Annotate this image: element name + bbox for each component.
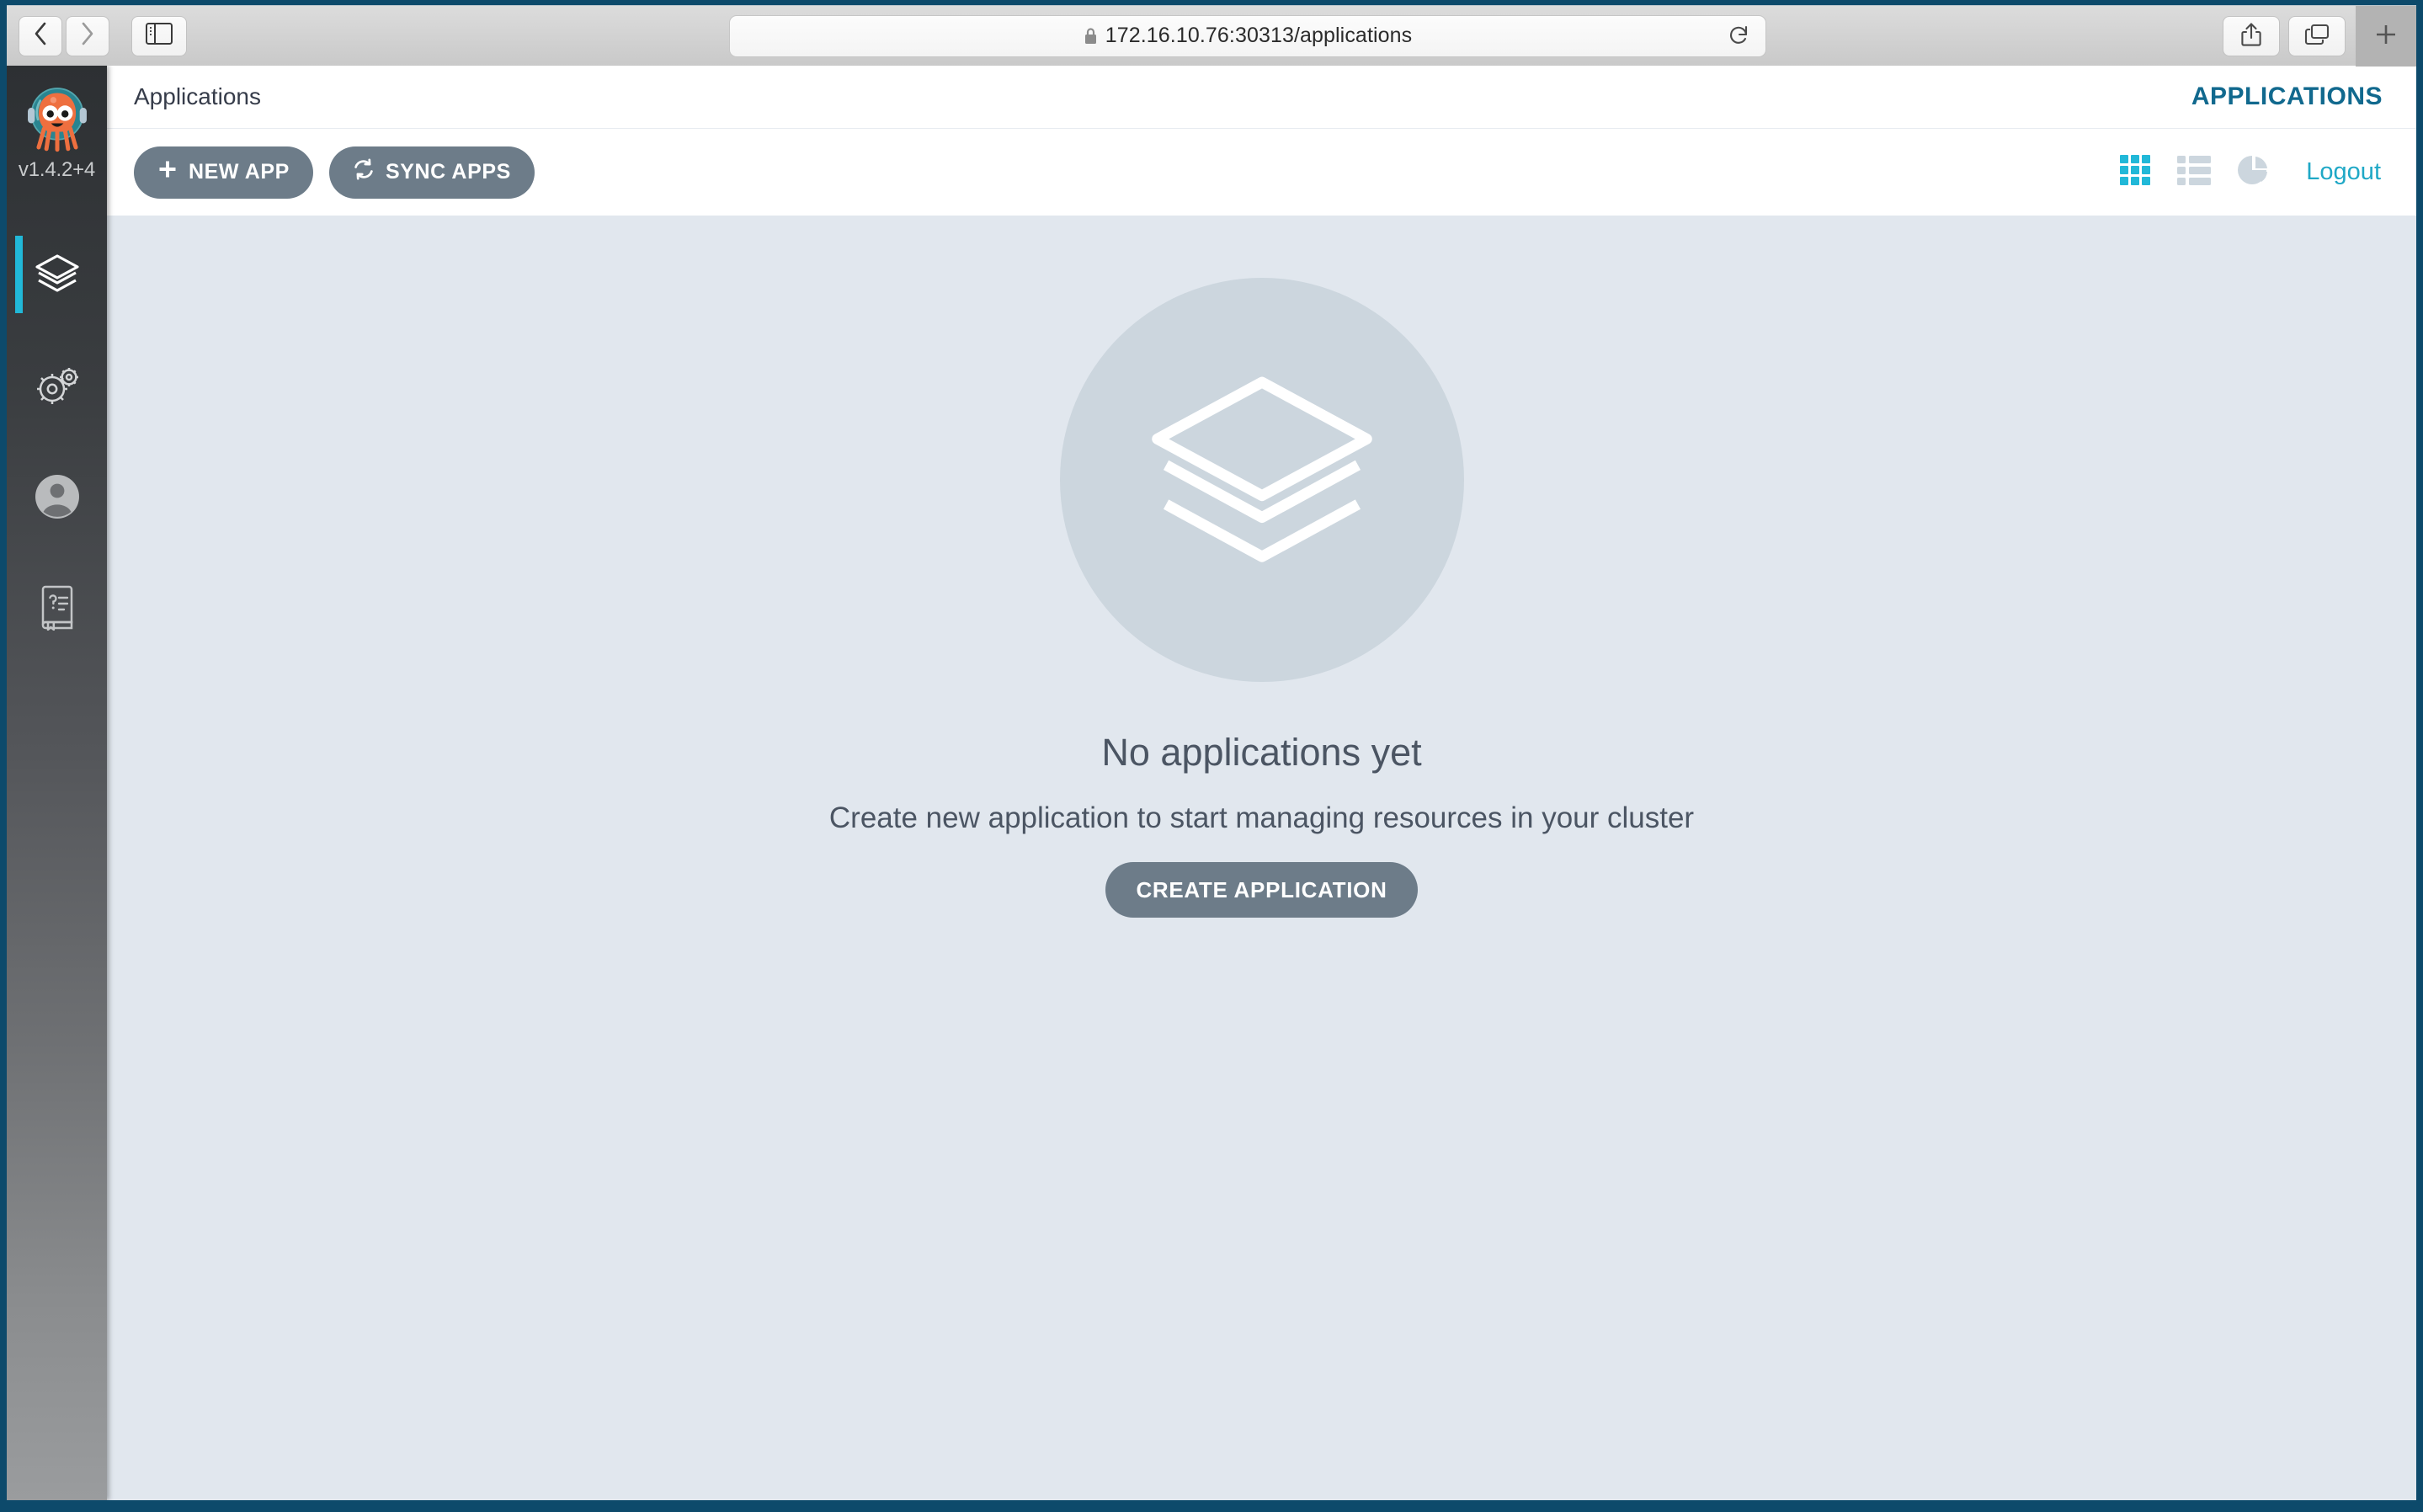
address-bar[interactable]: 172.16.10.76:30313/applications	[729, 14, 1766, 57]
reload-button[interactable]	[1728, 24, 1750, 48]
sidebar-toggle-button[interactable]	[131, 15, 187, 56]
version-label: v1.4.2+4	[18, 158, 96, 181]
user-circle-icon	[35, 474, 80, 519]
list-rows-icon	[2176, 154, 2212, 190]
share-icon	[2240, 22, 2262, 51]
summary-view-button[interactable]	[2237, 153, 2271, 191]
main-column: Applications APPLICATIONS NEW APP SYNC A…	[107, 66, 2416, 1500]
sync-apps-button[interactable]: SYNC APPS	[328, 146, 535, 199]
content-area: No applications yet Create new applicati…	[107, 216, 2416, 1500]
navigation-buttons	[19, 15, 109, 56]
sync-apps-label: SYNC APPS	[385, 160, 511, 184]
chevron-left-icon	[32, 20, 49, 51]
lock-icon	[1084, 27, 1098, 45]
page-toolbar: NEW APP SYNC APPS Logout	[107, 128, 2416, 216]
sync-refresh-icon	[353, 158, 375, 186]
chevron-right-icon	[79, 20, 96, 51]
sidebar-panel-icon	[146, 23, 173, 49]
empty-state-subtitle: Create new application to start managing…	[828, 801, 1695, 834]
new-app-button[interactable]: NEW APP	[134, 146, 313, 199]
empty-state: No applications yet Create new applicati…	[829, 278, 1694, 1500]
tabs-overview-button[interactable]	[2288, 16, 2346, 56]
book-help-icon	[37, 585, 77, 631]
page-header: Applications APPLICATIONS	[107, 66, 2416, 128]
argo-octopus-logo	[19, 79, 96, 157]
grid-tiles-icon	[2119, 154, 2151, 190]
toolbar-actions: NEW APP SYNC APPS	[134, 146, 535, 199]
tabs-overview-icon	[2304, 23, 2330, 51]
sidebar-item-applications[interactable]	[7, 219, 107, 330]
gears-icon	[33, 362, 82, 409]
app-body: v1.4.2+4 Applications APPLICATIONS NEW A…	[7, 66, 2416, 1500]
browser-window: 172.16.10.76:30313/applications v1.4.2+4…	[0, 0, 2423, 1512]
back-button[interactable]	[19, 15, 62, 56]
tiles-view-button[interactable]	[2119, 154, 2151, 190]
sidebar-item-user-info[interactable]	[7, 441, 107, 552]
layers-icon	[34, 251, 81, 298]
list-view-button[interactable]	[2176, 154, 2212, 190]
empty-state-illustration	[1059, 278, 1464, 682]
page-title: Applications	[134, 83, 261, 109]
share-button[interactable]	[2223, 16, 2280, 56]
plus-icon	[2373, 22, 2399, 51]
empty-state-title: No applications yet	[1101, 731, 1422, 774]
header-context-label: APPLICATIONS	[2191, 83, 2383, 110]
new-app-label: NEW APP	[189, 160, 290, 184]
browser-chrome: 172.16.10.76:30313/applications	[7, 5, 2416, 67]
layers-icon	[1140, 356, 1384, 604]
new-tab-button[interactable]	[2356, 6, 2416, 67]
forward-button[interactable]	[66, 15, 109, 56]
url-text: 172.16.10.76:30313/applications	[1105, 24, 1413, 47]
app-sidebar: v1.4.2+4	[7, 66, 107, 1500]
sidebar-nav-list	[7, 219, 107, 663]
sidebar-item-settings[interactable]	[7, 330, 107, 441]
plus-icon	[157, 159, 178, 185]
logout-link[interactable]: Logout	[2306, 158, 2381, 186]
pie-chart-icon	[2237, 153, 2271, 191]
create-application-button[interactable]: CREATE APPLICATION	[1105, 862, 1418, 918]
toolbar-view-controls: Logout	[2119, 153, 2381, 191]
brand-logo-link[interactable]: v1.4.2+4	[19, 66, 96, 182]
sidebar-item-documentation[interactable]	[7, 552, 107, 663]
chrome-right-controls	[2223, 6, 2416, 67]
